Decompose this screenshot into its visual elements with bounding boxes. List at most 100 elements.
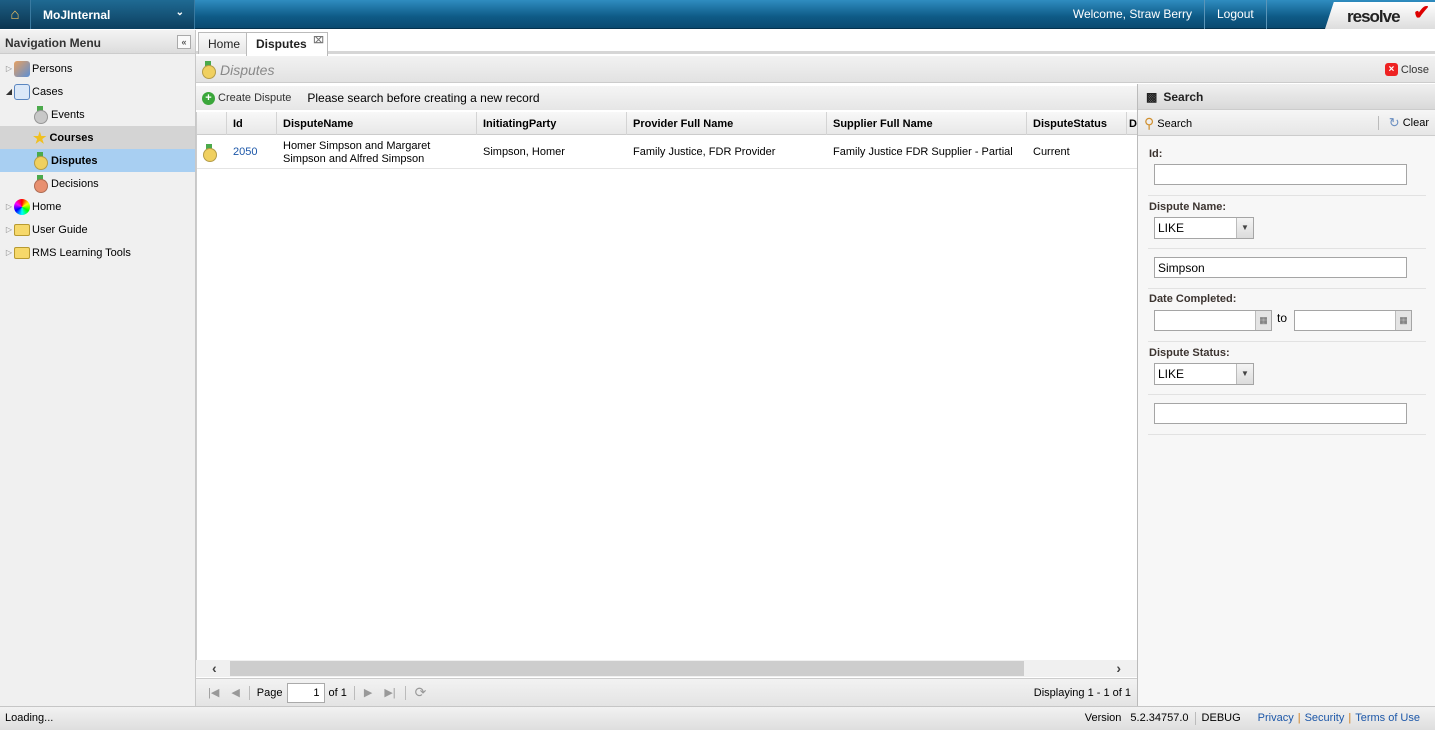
column-header-provider[interactable]: Provider Full Name	[627, 112, 827, 135]
column-header-supplier[interactable]: Supplier Full Name	[827, 112, 1027, 135]
cases-icon	[14, 83, 30, 100]
debug-label: DEBUG	[1201, 712, 1241, 724]
cell-status: Current	[1033, 146, 1070, 158]
date-to-input[interactable]: ▦	[1294, 310, 1412, 331]
logout-button[interactable]: Logout	[1205, 0, 1267, 29]
tree-item-persons[interactable]: ▷ Persons	[0, 57, 195, 80]
close-button[interactable]: × Close	[1384, 63, 1429, 76]
medal-orange-icon	[34, 175, 48, 193]
reset-icon: ↻	[1388, 115, 1400, 130]
medal-gold-icon	[202, 61, 216, 79]
chevron-down-icon: ▼	[1236, 218, 1253, 238]
page-count: of 1	[328, 686, 347, 699]
date-from-input[interactable]: ▦	[1154, 310, 1272, 331]
close-label: Close	[1400, 63, 1429, 76]
search-header: ▩ Search	[1138, 84, 1435, 110]
collapse-icon[interactable]: ◢	[4, 87, 14, 96]
expand-icon[interactable]: ▷	[4, 64, 14, 73]
tree-item-rms-learning-tools[interactable]: ▷ RMS Learning Tools	[0, 241, 195, 264]
close-icon: ×	[1384, 63, 1398, 76]
panel-title: Disputes	[220, 62, 275, 78]
medal-gold-icon	[34, 152, 48, 170]
page-input[interactable]	[286, 682, 325, 703]
tree-label: User Guide	[32, 223, 88, 236]
column-header-icon	[197, 112, 227, 135]
paging-toolbar: |◀ ◀ Page of 1 ▶ ▶| ⟳ Displaying 1 - 1 o…	[196, 678, 1137, 706]
search-panel: ▩ Search ⚲ Search ↻ Clear Id: Dispute Name:…	[1137, 84, 1435, 706]
table-row[interactable]: 2050 Homer Simpson and Margaret Simpson …	[197, 136, 1138, 169]
tab-disputes[interactable]: Disputes ⌧	[246, 32, 328, 56]
dispute-status-input[interactable]	[1154, 403, 1407, 424]
last-page-icon[interactable]: ▶|	[384, 686, 395, 699]
grid-toolbar: + Create Dispute Please search before cr…	[196, 86, 1137, 110]
dispute-name-operator-select[interactable]: LIKE ▼	[1154, 217, 1254, 239]
scroll-left-icon[interactable]: ‹	[212, 660, 217, 676]
page-label: Page	[256, 686, 283, 699]
expand-icon[interactable]: ▷	[4, 202, 14, 211]
app-selector[interactable]: MoJInternal ⌄	[31, 0, 195, 29]
id-label: Id:	[1149, 148, 1163, 160]
nav-title: Navigation Menu	[5, 36, 102, 50]
folder-icon	[14, 246, 30, 259]
dispute-name-input[interactable]	[1154, 257, 1407, 278]
tree-item-home[interactable]: ▷ Home	[0, 195, 195, 218]
cell-initiating-party: Simpson, Homer	[483, 146, 565, 158]
home-button[interactable]: ⌂	[0, 0, 31, 29]
star-icon: ★	[33, 129, 47, 147]
first-page-icon[interactable]: |◀	[208, 686, 219, 699]
toolbar-message: Please search before creating a new reco…	[307, 91, 540, 105]
grid-header: Id DisputeName InitiatingParty Provider …	[197, 112, 1138, 135]
scroll-right-icon[interactable]: ›	[1116, 660, 1121, 676]
calendar-icon[interactable]: ▦	[1255, 311, 1271, 330]
cell-id[interactable]: 2050	[227, 136, 277, 169]
tree-item-disputes[interactable]: Disputes	[0, 149, 195, 172]
security-link[interactable]: Security	[1305, 712, 1345, 725]
tree-item-cases[interactable]: ◢ Cases	[0, 80, 195, 103]
create-dispute-button[interactable]: Create Dispute	[218, 92, 291, 104]
selected-value: LIKE	[1158, 367, 1185, 381]
top-bar: ⌂ MoJInternal ⌄ Welcome, Straw Berry Logo…	[0, 0, 1435, 29]
collapse-button[interactable]: «	[177, 35, 191, 49]
close-tab-icon[interactable]: ⌧	[313, 35, 323, 46]
cell-supplier: Family Justice FDR Supplier - Partial	[833, 146, 1013, 158]
column-header-dispute-name[interactable]: DisputeName	[277, 112, 477, 135]
panel-title-bar: Disputes × Close	[196, 56, 1435, 83]
navigation-sidebar: Navigation Menu « ▷ Persons ◢ Cases Events …	[0, 30, 196, 706]
clear-button[interactable]: ↻ Clear	[1389, 115, 1429, 131]
refresh-icon[interactable]: ⟳	[415, 684, 427, 701]
folder-icon	[14, 223, 30, 236]
prev-page-icon[interactable]: ◀	[231, 686, 239, 699]
expand-icon[interactable]: ▷	[4, 248, 14, 257]
resolve-logo: resolve ✔	[1325, 2, 1435, 29]
terms-link[interactable]: Terms of Use	[1355, 712, 1420, 725]
next-page-icon[interactable]: ▶	[364, 686, 372, 699]
tab-home[interactable]: Home	[198, 32, 251, 54]
scrollbar-thumb[interactable]	[230, 661, 1024, 676]
tree-item-events[interactable]: Events	[0, 103, 195, 126]
column-header-initiating-party[interactable]: InitiatingParty	[477, 112, 627, 135]
tree-label: Cases	[32, 85, 64, 98]
cell-provider: Family Justice, FDR Provider	[633, 146, 776, 158]
magnifier-icon: ⚲	[1144, 115, 1155, 131]
horizontal-scrollbar[interactable]: ‹ ›	[196, 660, 1137, 677]
color-wheel-icon	[14, 198, 30, 215]
tree-item-decisions[interactable]: Decisions	[0, 172, 195, 195]
tree-label: RMS Learning Tools	[32, 246, 131, 259]
column-header-id[interactable]: Id	[227, 112, 277, 135]
status-info: Version 5.2.34757.0 DEBUG Privacy | Secur…	[1084, 712, 1420, 725]
tree-item-courses[interactable]: ★ Courses	[0, 126, 195, 149]
expand-icon[interactable]: ▷	[4, 225, 14, 234]
column-header-status[interactable]: DisputeStatus	[1027, 112, 1127, 135]
binoculars-icon: ▩	[1146, 90, 1158, 104]
calendar-icon[interactable]: ▦	[1395, 311, 1411, 330]
chevron-down-icon: ⌄	[175, 7, 184, 18]
nav-header: Navigation Menu «	[0, 30, 195, 54]
search-button[interactable]: ⚲ Search	[1144, 115, 1192, 132]
tree-label: Courses	[49, 131, 94, 144]
tree-item-user-guide[interactable]: ▷ User Guide	[0, 218, 195, 241]
id-input[interactable]	[1154, 164, 1407, 185]
selected-value: LIKE	[1158, 221, 1185, 235]
dispute-status-operator-select[interactable]: LIKE ▼	[1154, 363, 1254, 385]
home-icon: ⌂	[10, 6, 20, 23]
privacy-link[interactable]: Privacy	[1258, 712, 1294, 725]
